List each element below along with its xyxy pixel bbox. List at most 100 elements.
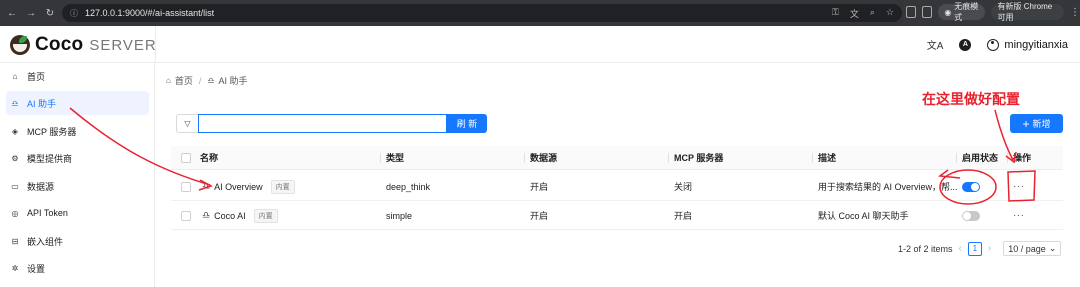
incognito-indicator[interactable]: ◉ 无痕模式 bbox=[938, 2, 985, 22]
refresh-button[interactable]: 刷 新 bbox=[447, 114, 487, 133]
sidebar-item-mcp-server[interactable]: ◈ MCP 服务器 bbox=[6, 119, 149, 143]
row-mcp: 开启 bbox=[674, 211, 693, 221]
plus-icon: + bbox=[1022, 116, 1030, 131]
row-datasource: 开启 bbox=[530, 211, 549, 221]
robot-icon: ♎ bbox=[202, 210, 211, 220]
robot-icon: ♎ bbox=[207, 76, 215, 85]
pagination: 1-2 of 2 items ‹ 1 › 10 / page ⌄ bbox=[898, 241, 1062, 256]
assistant-name[interactable]: Coco AI bbox=[214, 211, 246, 221]
sidebar-item-label: AI 助手 bbox=[27, 98, 57, 109]
chevron-down-icon: ⌄ bbox=[1048, 243, 1057, 253]
column-header-actions: 操作 bbox=[1013, 153, 1032, 163]
logo-subtitle: SERVER bbox=[89, 36, 157, 54]
add-button-label: 新增 bbox=[1032, 119, 1051, 129]
user-avatar-icon bbox=[987, 38, 1000, 51]
sidebar-item-api-token[interactable]: ◎ API Token bbox=[6, 201, 149, 225]
zoom-icon[interactable]: ⌕ bbox=[870, 7, 875, 20]
table-header: 名称 类型 数据源 MCP 服务器 描述 启用状态 操作 bbox=[171, 146, 1063, 170]
incognito-label: 无痕模式 bbox=[954, 2, 979, 22]
page-size-select[interactable]: 10 / page ⌄ bbox=[1003, 241, 1062, 256]
browser-menu-icon[interactable]: ⋮ bbox=[1070, 7, 1080, 18]
header-divider bbox=[155, 26, 156, 63]
app-header: Coco SERVER 文A A mingyitianxia bbox=[0, 26, 1080, 63]
sidebar-item-label: 数据源 bbox=[27, 181, 55, 192]
robot-icon: ♎ bbox=[11, 98, 19, 108]
column-header-description[interactable]: 描述 bbox=[818, 146, 836, 169]
tab-search-icon[interactable] bbox=[906, 6, 917, 18]
add-assistant-button[interactable]: + 新增 bbox=[1010, 114, 1063, 133]
site-info-icon[interactable]: ⓘ bbox=[70, 8, 80, 18]
address-bar[interactable]: ⓘ 127.0.0.1:9000/#/ai-assistant/list ⚿ 文… bbox=[62, 4, 902, 22]
row-checkbox[interactable] bbox=[181, 173, 191, 200]
column-header-datasource[interactable]: 数据源 bbox=[530, 146, 557, 169]
translate-page-icon[interactable]: 文 bbox=[850, 7, 859, 20]
row-name-cell: ♎ AI Overview 内置 bbox=[202, 173, 295, 200]
bookmark-star-icon[interactable]: ☆ bbox=[886, 7, 894, 20]
browser-toolbar: ← → ↻ ⓘ 127.0.0.1:9000/#/ai-assistant/li… bbox=[0, 0, 1080, 26]
page-size-value: 10 / page bbox=[1008, 243, 1046, 254]
forward-icon[interactable]: → bbox=[24, 6, 38, 20]
row-checkbox[interactable] bbox=[181, 202, 191, 229]
folder-icon: ▭ bbox=[11, 181, 19, 191]
back-icon[interactable]: ← bbox=[5, 6, 19, 20]
breadcrumb-current: AI 助手 bbox=[218, 76, 248, 86]
breadcrumb: ⌂ 首页 / ♎ AI 助手 bbox=[166, 74, 248, 87]
chrome-update-button[interactable]: 有新版 Chrome 可用 bbox=[990, 2, 1064, 22]
key-icon: ◎ bbox=[11, 208, 19, 218]
filter-icon[interactable]: ▽ bbox=[176, 114, 198, 133]
table-row[interactable]: ♎ Coco AI 内置 simple 开启 开启 默认 Coco AI 聊天助… bbox=[171, 202, 1063, 230]
column-divider bbox=[812, 153, 813, 163]
column-header-enabled[interactable]: 启用状态 bbox=[962, 146, 998, 169]
sidebar-item-label: 嵌入组件 bbox=[27, 236, 64, 247]
sidebar-item-home[interactable]: ⌂ 首页 bbox=[6, 64, 149, 88]
row-actions-menu[interactable]: ··· bbox=[1013, 202, 1025, 229]
column-divider bbox=[380, 153, 381, 163]
builtin-tag: 内置 bbox=[270, 179, 295, 194]
language-switch-icon[interactable]: 文A bbox=[927, 37, 944, 52]
column-divider bbox=[668, 153, 669, 163]
sidebar-item-label: MCP 服务器 bbox=[27, 126, 77, 137]
enable-toggle[interactable] bbox=[962, 173, 980, 200]
sidebar-item-ai-assistant[interactable]: ♎ AI 助手 bbox=[6, 91, 149, 115]
table-row[interactable]: ♎ AI Overview 内置 deep_think 开启 关闭 用于搜索结果… bbox=[171, 173, 1063, 201]
row-type: deep_think bbox=[386, 181, 431, 192]
next-page-icon[interactable]: › bbox=[988, 243, 991, 254]
url-text: 127.0.0.1:9000/#/ai-assistant/list bbox=[85, 8, 215, 18]
assistant-name[interactable]: AI Overview bbox=[214, 182, 263, 192]
column-header-mcp[interactable]: MCP 服务器 bbox=[674, 146, 723, 169]
prev-page-icon[interactable]: ‹ bbox=[959, 243, 962, 254]
annotation-text: 在这里做好配置 bbox=[922, 92, 1020, 108]
sidebar-item-label: 首页 bbox=[27, 71, 46, 82]
enable-toggle[interactable] bbox=[962, 202, 980, 229]
row-name-cell: ♎ Coco AI 内置 bbox=[202, 202, 278, 229]
sidebar: ⌂ 首页 ♎ AI 助手 ◈ MCP 服务器 ⚙ 模型提供商 ▭ 数据源 ◎ A… bbox=[0, 63, 155, 287]
downloads-icon[interactable] bbox=[922, 6, 933, 18]
sidebar-item-model-provider[interactable]: ⚙ 模型提供商 bbox=[6, 146, 149, 170]
user-menu[interactable]: mingyitianxia bbox=[987, 38, 1068, 51]
coco-logo-icon bbox=[10, 35, 30, 55]
builtin-tag: 内置 bbox=[253, 208, 278, 223]
provider-icon: ⚙ bbox=[11, 153, 19, 163]
password-key-icon[interactable]: ⚿ bbox=[832, 7, 839, 20]
breadcrumb-separator: / bbox=[198, 75, 202, 86]
sidebar-item-settings[interactable]: ✲ 设置 bbox=[6, 256, 149, 280]
embed-icon: ⊟ bbox=[11, 236, 19, 246]
column-header-type[interactable]: 类型 bbox=[386, 146, 404, 169]
page-button-current[interactable]: 1 bbox=[967, 241, 982, 256]
sidebar-item-embed[interactable]: ⊟ 嵌入组件 bbox=[6, 229, 149, 253]
reload-icon[interactable]: ↻ bbox=[43, 6, 57, 20]
column-header-name[interactable]: 名称 bbox=[200, 146, 218, 169]
select-all-checkbox[interactable] bbox=[181, 146, 191, 169]
column-divider bbox=[1007, 153, 1008, 163]
row-actions-menu[interactable]: ··· bbox=[1013, 173, 1025, 200]
row-datasource: 开启 bbox=[530, 182, 549, 192]
sidebar-item-label: 设置 bbox=[27, 263, 46, 274]
home-icon: ⌂ bbox=[166, 76, 171, 85]
username: mingyitianxia bbox=[1004, 38, 1068, 51]
sidebar-item-datasource[interactable]: ▭ 数据源 bbox=[6, 174, 149, 198]
search-input[interactable] bbox=[198, 114, 447, 133]
mcp-icon: ◈ bbox=[11, 126, 19, 136]
logo[interactable]: Coco SERVER bbox=[10, 34, 157, 56]
theme-toggle-icon[interactable]: A bbox=[959, 38, 972, 51]
breadcrumb-home[interactable]: 首页 bbox=[175, 74, 193, 87]
